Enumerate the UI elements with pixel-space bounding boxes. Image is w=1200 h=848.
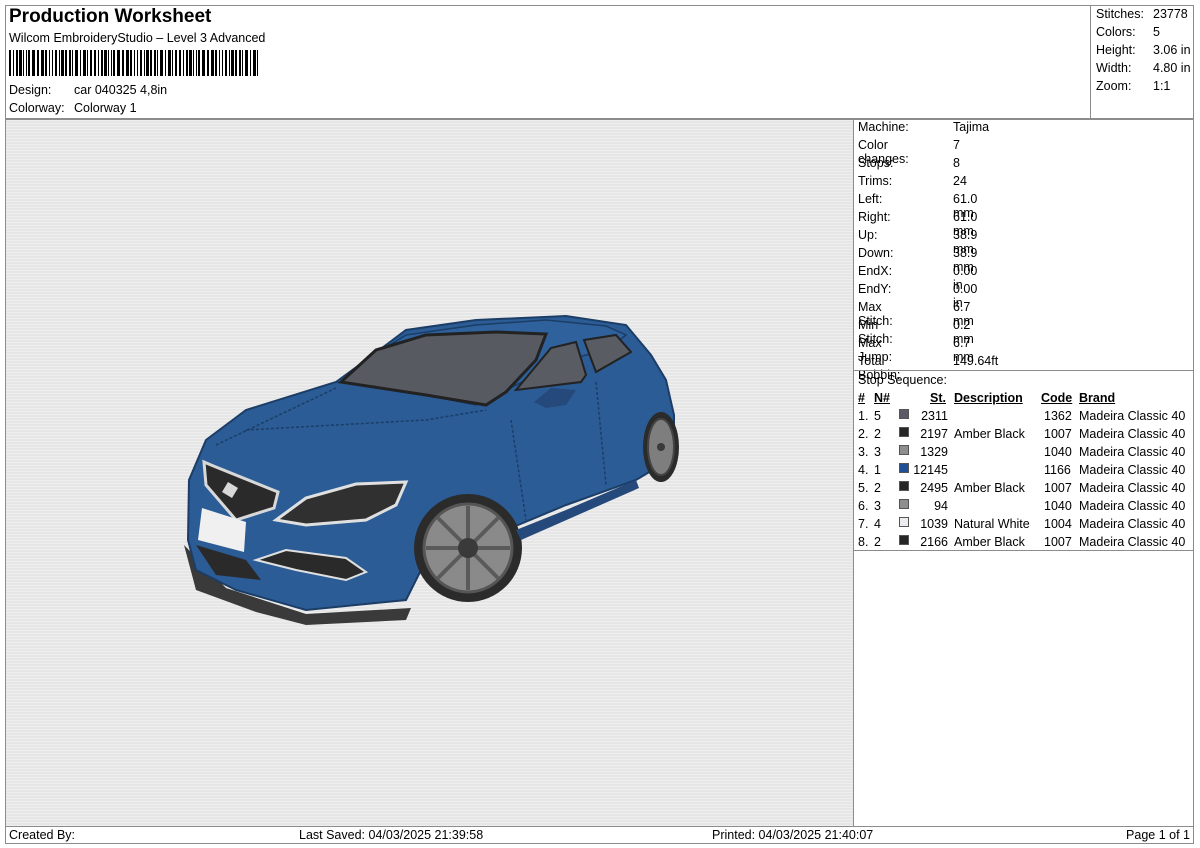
summary-panel: Stitches: 23778 Colors: 5 Height: 3.06 in W…	[1090, 5, 1195, 119]
thread-brand: Madeira Classic 40	[1079, 481, 1186, 495]
thread-brand: Madeira Classic 40	[1079, 409, 1186, 423]
worksheet-footer: Created By: Last Saved: 04/03/2025 21:39…	[5, 826, 1194, 844]
thread-color-swatch	[899, 517, 909, 527]
col-header-stop: #	[858, 391, 865, 405]
stop-number: 3.	[858, 445, 869, 459]
thread-color-swatch	[899, 499, 909, 509]
col-header-stitches: St.	[930, 391, 946, 405]
worksheet-title: Production Worksheet	[9, 6, 212, 27]
thread-brand: Madeira Classic 40	[1079, 427, 1186, 441]
stop-number: 7.	[858, 517, 869, 531]
needle-number: 2	[874, 481, 881, 495]
thread-color-swatch	[899, 409, 909, 419]
col-header-code: Code	[1041, 391, 1073, 405]
thread-color-swatch	[899, 535, 909, 545]
thread-code: 1166	[1044, 463, 1071, 477]
thread-color-swatch	[899, 463, 909, 473]
thread-code: 1040	[1044, 499, 1072, 513]
stop-row: 6. 3 94 1040 Madeira Classic 40	[854, 499, 1193, 517]
stop-row: 3. 3 1329 1040 Madeira Classic 40	[854, 445, 1193, 463]
colorway-label: Colorway:	[9, 101, 65, 115]
stitch-count: 94	[934, 499, 948, 513]
needle-number: 3	[874, 499, 881, 513]
thread-brand: Madeira Classic 40	[1079, 535, 1186, 549]
stitch-count: 2311	[921, 409, 948, 423]
thread-code: 1362	[1044, 409, 1072, 423]
stitch-count: 12145	[913, 463, 948, 477]
thread-description: Amber Black	[954, 481, 1025, 495]
stop-row: 5. 2 2495 Amber Black 1007 Madeira Classic 40	[854, 481, 1193, 499]
thread-code: 1007	[1044, 535, 1072, 549]
design-label: Design:	[9, 83, 52, 97]
thread-code: 1007	[1044, 427, 1072, 441]
col-header-description: Description	[954, 391, 1023, 405]
design-value: car 040325 4,8in	[74, 83, 168, 97]
stop-row: 4. 1 12145 1166 Madeira Classic 40	[854, 463, 1193, 481]
car-embroidery-image	[184, 314, 679, 625]
col-header-brand: Brand	[1079, 391, 1116, 405]
needle-number: 4	[874, 517, 881, 531]
divider	[854, 550, 1193, 551]
stop-number: 8.	[858, 535, 869, 549]
thread-code: 1040	[1044, 445, 1072, 459]
software-subtitle: Wilcom EmbroideryStudio – Level 3 Advanc…	[9, 31, 266, 45]
thread-description: Amber Black	[954, 427, 1025, 441]
stitch-count: 2495	[920, 481, 948, 495]
stop-sequence-label: Stop Sequence:	[858, 373, 947, 387]
stop-number: 2.	[858, 427, 869, 441]
page-number: Page 1 of 1	[1126, 828, 1190, 842]
created-by: Created By:	[9, 828, 76, 842]
colorway-value: Colorway 1	[74, 101, 137, 115]
stop-row: 2. 2 2197 Amber Black 1007 Madeira Classic 40	[854, 427, 1193, 445]
stop-number: 5.	[858, 481, 869, 495]
needle-number: 2	[874, 427, 881, 441]
thread-color-swatch	[899, 427, 909, 437]
thread-description: Natural White	[954, 517, 1030, 531]
stitch-count: 2197	[920, 427, 948, 441]
thread-color-swatch	[899, 445, 909, 455]
divider	[854, 370, 1193, 371]
needle-number: 3	[874, 445, 881, 459]
last-saved: Last Saved: 04/03/2025 21:39:58	[299, 828, 484, 842]
stitch-count: 1039	[920, 517, 948, 531]
thread-code: 1007	[1044, 481, 1072, 495]
thread-brand: Madeira Classic 40	[1079, 445, 1186, 459]
stop-number: 1.	[858, 409, 869, 423]
printed-date: Printed: 04/03/2025 21:40:07	[712, 828, 874, 842]
stop-row: 7. 4 1039 Natural White 1004 Madeira Classic …	[854, 517, 1193, 535]
thread-color-swatch	[899, 481, 909, 491]
barcode	[9, 50, 258, 76]
stats-panel: Machine: Tajima Color changes: 7 Stops: 8 T…	[853, 119, 1194, 827]
stitch-count: 2166	[920, 535, 948, 549]
stitch-count: 1329	[920, 445, 948, 459]
stop-number: 6.	[858, 499, 869, 513]
needle-number: 2	[874, 535, 881, 549]
needle-number: 5	[874, 409, 881, 423]
thread-brand: Madeira Classic 40	[1079, 499, 1186, 513]
col-header-needle: N#	[874, 391, 890, 405]
design-preview[interactable]	[5, 119, 854, 827]
stop-row: 1. 5 2311 1362 Madeira Classic 40	[854, 409, 1193, 427]
thread-brand: Madeira Classic 40	[1079, 517, 1186, 531]
stop-number: 4.	[858, 463, 869, 477]
thread-code: 1004	[1044, 517, 1072, 531]
thread-description: Amber Black	[954, 535, 1025, 549]
needle-number: 1	[874, 463, 881, 477]
thread-brand: Madeira Classic 40	[1079, 463, 1186, 477]
